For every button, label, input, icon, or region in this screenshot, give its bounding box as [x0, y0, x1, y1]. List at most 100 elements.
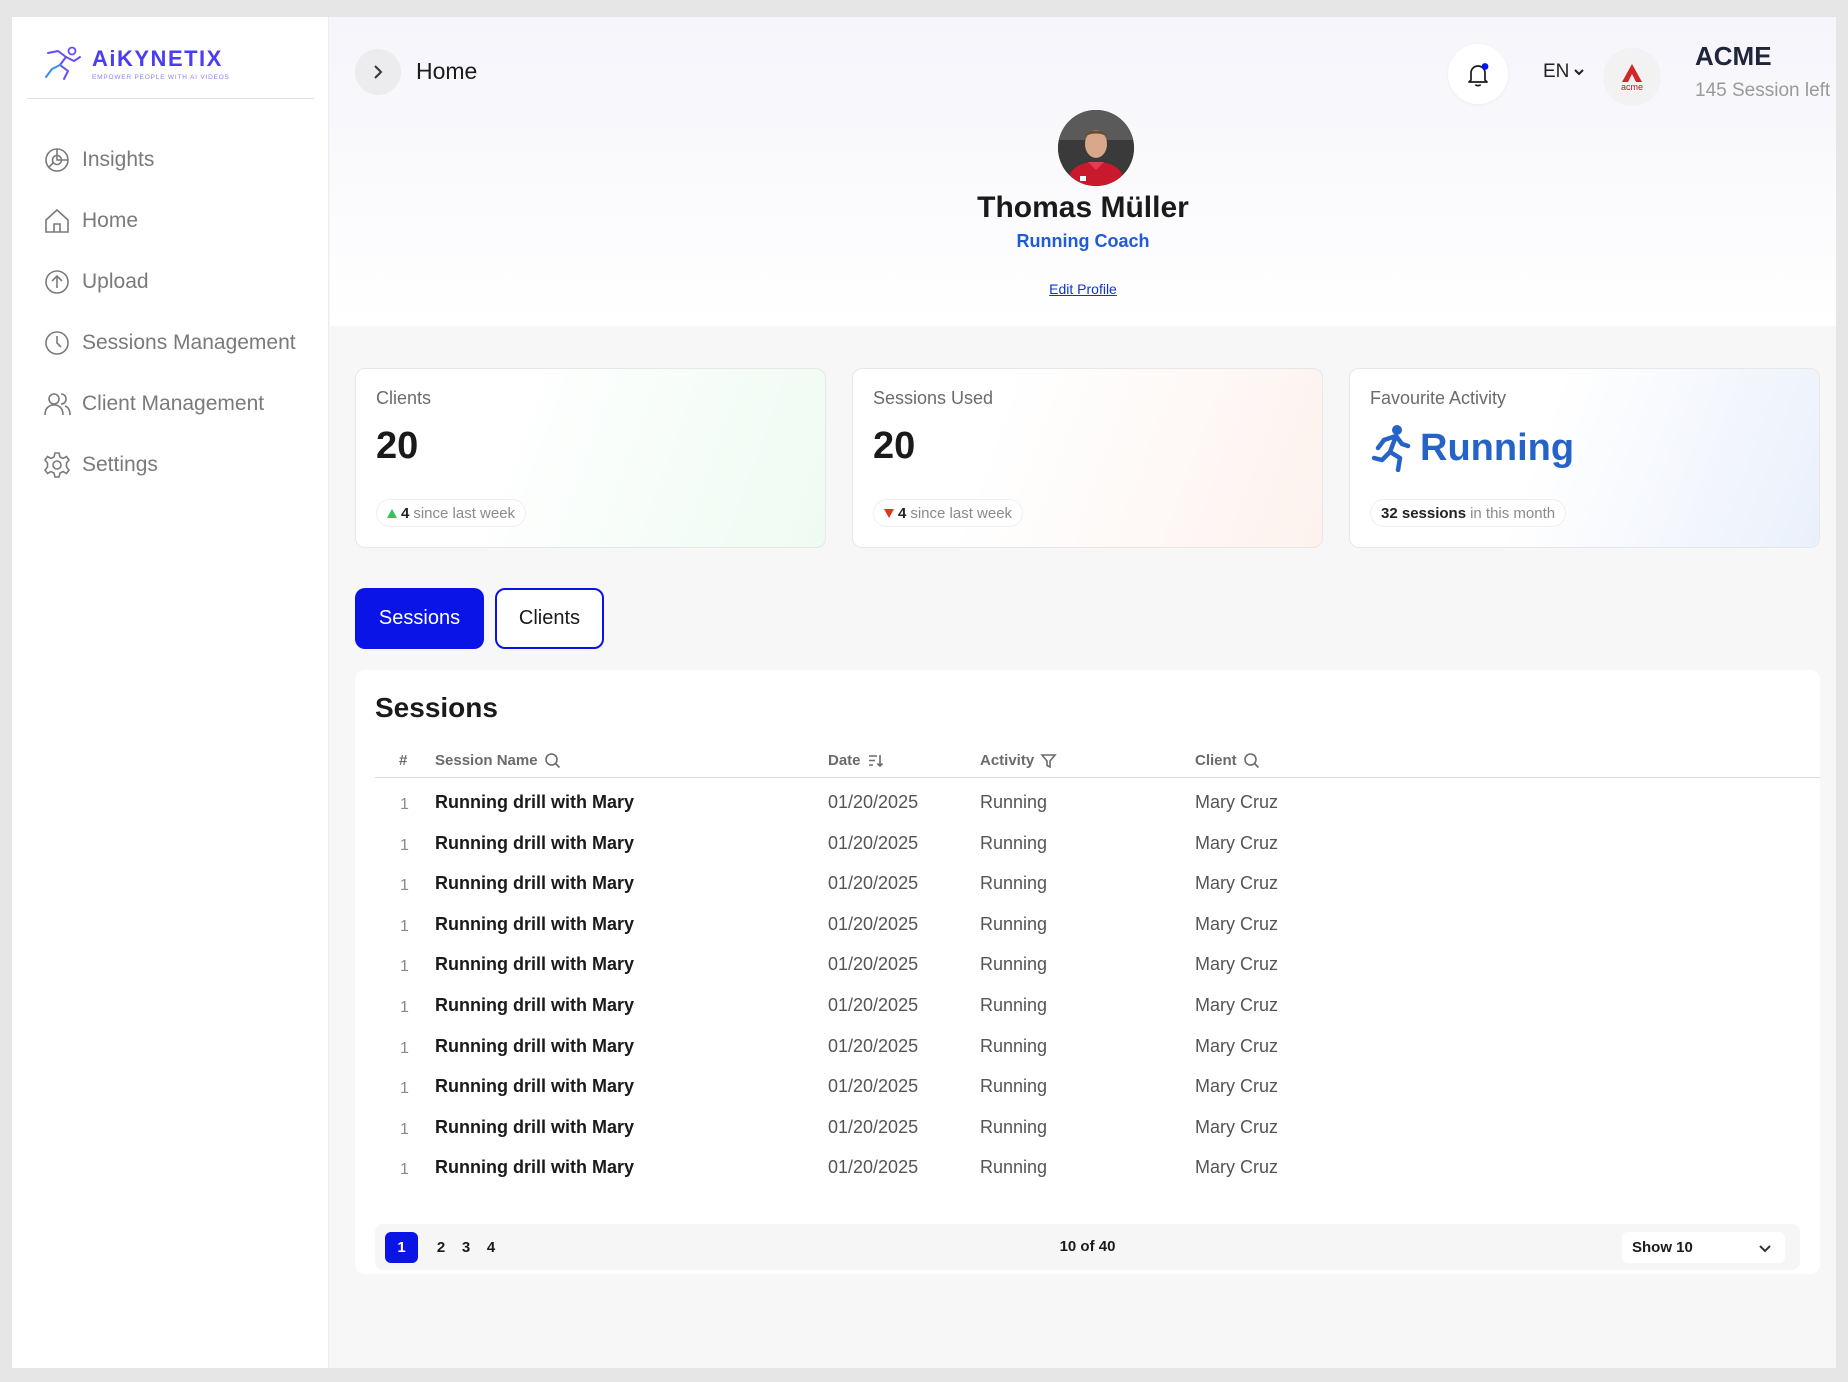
sidebar-item-home[interactable]: Home: [42, 190, 296, 251]
sidebar-item-label: Settings: [82, 452, 158, 476]
cell-number: 1: [400, 917, 409, 935]
profile-role: Running Coach: [1016, 231, 1150, 251]
table-row[interactable]: 1 Running drill with Mary 01/20/2025 Run…: [375, 864, 1820, 905]
column-header-date[interactable]: Date: [828, 752, 884, 769]
search-icon[interactable]: [544, 752, 561, 769]
pagination: 1 2 3 4 10 of 40 Show 10: [375, 1224, 1800, 1270]
cell-date: 01/20/2025: [828, 832, 919, 853]
favourite-activity-value: Running: [1420, 426, 1575, 469]
table-header: # Session Name Date Activity Client: [375, 744, 1820, 778]
sidebar-divider: [27, 98, 314, 99]
edit-profile-link[interactable]: Edit Profile: [1049, 281, 1117, 297]
profile-avatar: [1058, 110, 1134, 186]
sidebar-item-upload[interactable]: Upload: [42, 251, 296, 312]
table-row[interactable]: 1 Running drill with Mary 01/20/2025 Run…: [375, 945, 1820, 986]
table-row[interactable]: 1 Running drill with Mary 01/20/2025 Run…: [375, 1067, 1820, 1108]
upload-icon: [45, 269, 69, 294]
sidebar-item-label: Upload: [82, 269, 149, 293]
sort-icon[interactable]: [867, 752, 884, 769]
page-count: 10 of 40: [1059, 1238, 1116, 1255]
column-label: Client: [1195, 752, 1237, 769]
tab-sessions[interactable]: Sessions: [355, 588, 484, 649]
column-header-activity[interactable]: Activity: [980, 752, 1057, 769]
column-header-session-name[interactable]: Session Name: [435, 752, 561, 769]
trend-text: since last week: [910, 504, 1013, 522]
profile-photo-icon: [1058, 110, 1134, 186]
column-label: Date: [828, 752, 861, 769]
cell-date: 01/20/2025: [828, 792, 919, 812]
card-value: 20: [873, 425, 916, 467]
bell-icon: [1468, 63, 1489, 87]
sidebar-item-label: Sessions Management: [82, 330, 296, 354]
table-row[interactable]: 1 Running drill with Mary 01/20/2025 Run…: [375, 783, 1820, 824]
search-icon[interactable]: [1243, 752, 1260, 769]
trend-value: 4: [898, 504, 907, 522]
notifications-button[interactable]: [1448, 44, 1508, 104]
cell-session-name: Running drill with Mary: [435, 954, 634, 975]
cell-number: 1: [400, 1161, 409, 1179]
acme-logo-icon: [1622, 63, 1642, 82]
main-content: Home EN acme ACME 145 Session left Thoma…: [330, 17, 1836, 1368]
cell-client: Mary Cruz: [1195, 954, 1279, 975]
activity-count: 32 sessions: [1381, 504, 1467, 522]
table-row[interactable]: 1 Running drill with Mary 01/20/2025 Run…: [375, 1148, 1820, 1189]
column-header-client[interactable]: Client: [1195, 752, 1260, 769]
gear-icon: [43, 451, 71, 478]
cell-session-name: Running drill with Mary: [435, 994, 634, 1015]
cell-activity: Running: [980, 994, 1048, 1015]
brand-logo[interactable]: AiKYNETIX EMPOWER PEOPLE WITH AI VIDEOS: [42, 45, 230, 81]
profile-header: Home EN acme ACME 145 Session left Thoma…: [330, 17, 1836, 326]
cell-client: Mary Cruz: [1195, 1076, 1279, 1097]
chevron-down-icon: [1759, 1244, 1771, 1252]
org-avatar[interactable]: acme: [1603, 48, 1661, 106]
sessions-used-stat-card: Sessions Used 20 4 since last week: [852, 368, 1323, 548]
language-selector[interactable]: EN: [1543, 61, 1586, 83]
sidebar-item-insights[interactable]: Insights: [42, 129, 296, 190]
card-title: Sessions Used: [873, 388, 994, 408]
trend-badge: 4 since last week: [873, 499, 1024, 527]
cell-number: 1: [400, 836, 409, 854]
filter-icon[interactable]: [1040, 752, 1057, 769]
cell-client: Mary Cruz: [1195, 1035, 1279, 1056]
tab-clients[interactable]: Clients: [495, 588, 604, 649]
page-size-label: Show 10: [1632, 1239, 1693, 1256]
cell-number: 1: [400, 1120, 409, 1138]
favourite-activity-card: Favourite Activity Running 32 sessions i…: [1349, 368, 1820, 548]
sidebar-item-sessions-management[interactable]: Sessions Management: [42, 312, 296, 373]
cell-activity: Running: [980, 873, 1048, 894]
sidebar-toggle-button[interactable]: [355, 49, 401, 95]
cell-date: 01/20/2025: [828, 954, 919, 975]
cell-session-name: Running drill with Mary: [435, 1035, 634, 1056]
cell-number: 1: [400, 796, 409, 813]
sidebar-item-settings[interactable]: Settings: [42, 434, 296, 495]
cell-client: Mary Cruz: [1195, 994, 1279, 1015]
cell-date: 01/20/2025: [828, 1035, 919, 1056]
trend-up-icon: [387, 508, 397, 518]
cell-number: 1: [400, 998, 409, 1016]
panel-title: Sessions: [375, 692, 498, 723]
cell-client: Mary Cruz: [1195, 1157, 1279, 1178]
table-row[interactable]: 1 Running drill with Mary 01/20/2025 Run…: [375, 824, 1820, 865]
table-row[interactable]: 1 Running drill with Mary 01/20/2025 Run…: [375, 1108, 1820, 1149]
table-row[interactable]: 1 Running drill with Mary 01/20/2025 Run…: [375, 905, 1820, 946]
page-size-select[interactable]: Show 10: [1622, 1232, 1785, 1263]
column-label: #: [399, 752, 408, 769]
insights-icon: [45, 147, 69, 172]
sidebar-item-label: Client Management: [82, 391, 265, 415]
cell-date: 01/20/2025: [828, 1076, 919, 1097]
table-row[interactable]: 1 Running drill with Mary 01/20/2025 Run…: [375, 986, 1820, 1027]
sidebar-item-client-management[interactable]: Client Management: [42, 373, 296, 434]
sessions-left: 145 Session left: [1695, 80, 1831, 101]
trend-text: since last week: [413, 504, 516, 522]
cell-date: 01/20/2025: [828, 994, 919, 1015]
cell-client: Mary Cruz: [1195, 913, 1279, 934]
activity-count-text: in this month: [1470, 504, 1556, 522]
cell-number: 1: [400, 958, 409, 976]
cell-session-name: Running drill with Mary: [435, 1076, 634, 1097]
cell-client: Mary Cruz: [1195, 873, 1279, 894]
column-label: Session Name: [435, 752, 538, 769]
org-logo-text: acme: [1620, 81, 1643, 92]
cell-activity: Running: [980, 1116, 1048, 1137]
trend-down-icon: [884, 508, 894, 518]
table-row[interactable]: 1 Running drill with Mary 01/20/2025 Run…: [375, 1027, 1820, 1068]
